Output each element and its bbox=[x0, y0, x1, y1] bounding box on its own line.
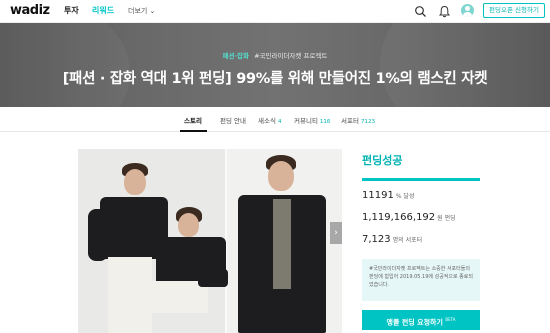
nav-more-menu[interactable]: 더보기 ⌄ bbox=[128, 6, 155, 16]
chevron-right-icon: › bbox=[334, 228, 338, 238]
project-title: [패션 · 잡화 역대 1위 펀딩] 99%를 위해 만들어진 1%의 램스킨 … bbox=[62, 71, 488, 87]
avatar[interactable] bbox=[461, 4, 474, 17]
tab-supporters[interactable]: 서포터 7123 bbox=[341, 115, 375, 125]
supporter-count: 7,123 명의 서포터 bbox=[362, 234, 423, 245]
encore-funding-button[interactable]: 앵콜 펀딩 요청하기 BETA bbox=[362, 310, 480, 330]
funding-amount: 1,119,166,192 원 펀딩 bbox=[362, 212, 456, 223]
project-tabs: 스토리 펀딩 안내 새소식 4 커뮤니티 116 서포터 7123 bbox=[0, 107, 550, 132]
nav-invest[interactable]: 투자 bbox=[64, 5, 79, 16]
category-label[interactable]: 패션·잡화 bbox=[223, 52, 249, 60]
active-tab-indicator bbox=[180, 130, 207, 132]
wadiz-logo[interactable]: wadiz bbox=[10, 3, 50, 18]
project-tag: #국민라이더자켓 프로젝트 bbox=[254, 52, 328, 60]
nav-reward[interactable]: 리워드 bbox=[92, 5, 114, 16]
funding-percent: 11191% 달성 bbox=[362, 190, 415, 201]
top-navigation: wadiz 투자 리워드 더보기 ⌄ 펀딩오픈 신청하기 bbox=[0, 0, 550, 23]
tab-story[interactable]: 스토리 bbox=[184, 115, 202, 125]
hero-tags: 패션·잡화 #국민라이더자켓 프로젝트 bbox=[0, 50, 550, 60]
open-funding-button[interactable]: 펀딩오픈 신청하기 bbox=[483, 3, 545, 18]
next-image-button[interactable]: › bbox=[330, 222, 342, 244]
product-photo bbox=[78, 149, 342, 333]
funding-progress-bar bbox=[362, 178, 480, 181]
tab-funding-info[interactable]: 펀딩 안내 bbox=[220, 115, 246, 125]
funding-complete-notice: #국민라이더자켓 프로젝트는 소중한 서포터들의 펀딩에 힘입어 2019.05… bbox=[362, 259, 480, 301]
tab-news[interactable]: 새소식 4 bbox=[258, 115, 281, 125]
search-icon[interactable] bbox=[414, 5, 427, 18]
tab-community[interactable]: 커뮤니티 116 bbox=[294, 115, 330, 125]
bell-icon[interactable] bbox=[438, 5, 451, 18]
funding-status: 펀딩성공 bbox=[362, 154, 403, 167]
project-hero: 패션·잡화 #국민라이더자켓 프로젝트 [패션 · 잡화 역대 1위 펀딩] 9… bbox=[0, 23, 550, 107]
